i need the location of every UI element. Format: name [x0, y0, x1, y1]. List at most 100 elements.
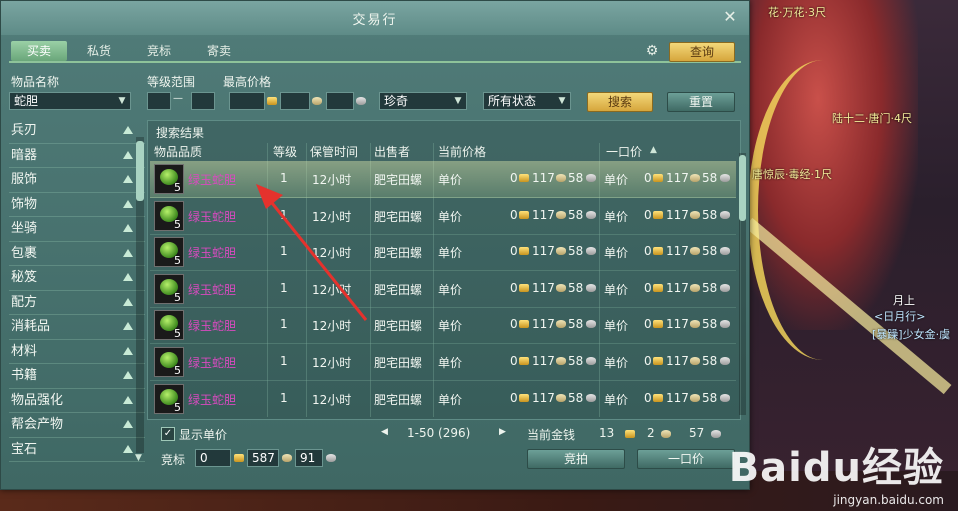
- category-item[interactable]: 帮会产物: [9, 413, 145, 438]
- table-row[interactable]: 5 绿玉蛇胆 1 12小时 肥宅田螺 单价 0 117 58 单价 0 117 58: [150, 307, 736, 345]
- silver-coin-icon: [556, 247, 566, 256]
- category-item[interactable]: 书籍: [9, 364, 145, 389]
- item-level: 1: [280, 244, 288, 259]
- scroll-down-icon[interactable]: ▼: [135, 453, 142, 463]
- col-seller[interactable]: 出售者: [374, 143, 410, 160]
- category-scrollbar[interactable]: [136, 137, 144, 453]
- gold-coin-icon: [653, 357, 663, 365]
- item-icon[interactable]: 5: [154, 383, 184, 414]
- price-unit-label: 单价: [438, 356, 463, 370]
- tab-private-goods[interactable]: 私货: [71, 41, 127, 61]
- table-row[interactable]: 5 绿玉蛇胆 1 12小时 肥宅田螺 单价 0 117 58 单价 0 117 58: [150, 161, 736, 198]
- expand-triangle-icon[interactable]: [123, 126, 133, 134]
- col-current-price[interactable]: 当前价格: [438, 143, 486, 160]
- category-item[interactable]: 包裹: [9, 242, 145, 266]
- table-row[interactable]: 5 绿玉蛇胆 1 12小时 肥宅田螺 单价 0 117 58 单价 0 117 58: [150, 234, 736, 272]
- expand-triangle-icon[interactable]: [123, 297, 133, 306]
- max-price-silver-input[interactable]: [280, 92, 310, 110]
- results-scrollbar-thumb[interactable]: [739, 155, 746, 221]
- expand-triangle-icon[interactable]: [123, 150, 133, 159]
- category-item[interactable]: 宝石: [9, 438, 145, 462]
- table-row[interactable]: 5 绿玉蛇胆 1 12小时 肥宅田螺 单价 0 117 58 单价 0 117 58: [150, 344, 736, 381]
- price-unit-label: 单价: [438, 319, 463, 334]
- item-icon[interactable]: 5: [154, 310, 184, 341]
- expand-triangle-icon[interactable]: [123, 224, 133, 232]
- category-item[interactable]: 兵刃: [9, 119, 145, 144]
- search-button[interactable]: 搜索: [587, 92, 653, 112]
- quality-select[interactable]: 珍奇 ▼: [379, 92, 467, 110]
- buyout-silver: 117: [666, 390, 689, 405]
- expand-triangle-icon[interactable]: [123, 322, 133, 330]
- expand-triangle-icon[interactable]: [123, 395, 133, 404]
- sort-up-icon[interactable]: ▲: [650, 145, 657, 155]
- silver-coin-icon: [690, 210, 700, 219]
- category-item[interactable]: 秘笈: [9, 266, 145, 291]
- copper-coin-icon: [586, 247, 596, 256]
- item-name-select[interactable]: 蛇胆 ▼: [9, 92, 131, 110]
- close-icon[interactable]: ✕: [721, 8, 739, 26]
- prev-page-icon[interactable]: ◀: [381, 427, 388, 437]
- query-button[interactable]: 查询: [669, 42, 735, 62]
- item-icon[interactable]: 5: [154, 237, 184, 268]
- expand-triangle-icon[interactable]: [123, 273, 133, 281]
- col-buyout[interactable]: 一口价: [606, 143, 642, 160]
- next-page-icon[interactable]: ▶: [499, 427, 506, 437]
- item-icon[interactable]: 5: [154, 347, 184, 377]
- status-select[interactable]: 所有状态 ▼: [483, 92, 571, 110]
- table-row[interactable]: 5 绿玉蛇胆 1 12小时 肥宅田螺 单价 0 117 58 单价 0 117 58: [150, 271, 736, 308]
- results-rows: 5 绿玉蛇胆 1 12小时 肥宅田螺 单价 0 117 58 单价 0 117 58 5 绿玉蛇胆 1 12小时…: [150, 161, 736, 417]
- tab-consign[interactable]: 寄卖: [191, 41, 247, 61]
- chevron-down-icon[interactable]: ▼: [116, 94, 128, 108]
- item-icon[interactable]: 5: [154, 200, 184, 231]
- category-scrollbar-thumb[interactable]: [136, 141, 144, 201]
- expand-triangle-icon[interactable]: [123, 420, 133, 428]
- reset-button[interactable]: 重置: [667, 92, 735, 112]
- buyout-unit-label: 单价: [604, 319, 629, 334]
- silver-coin-icon: [690, 283, 700, 292]
- current-money-label: 当前金钱: [527, 428, 576, 442]
- expand-triangle-icon[interactable]: [123, 175, 133, 183]
- results-scrollbar[interactable]: [739, 153, 746, 415]
- bid-silver-input[interactable]: 587: [247, 449, 279, 467]
- max-price-copper-input[interactable]: [326, 92, 354, 110]
- category-item[interactable]: 坐骑: [9, 217, 145, 242]
- item-icon[interactable]: 5: [154, 164, 184, 194]
- max-price-gold-input[interactable]: [229, 92, 265, 110]
- col-quality[interactable]: 物品品质: [154, 143, 202, 160]
- expand-triangle-icon[interactable]: [123, 346, 133, 355]
- chevron-down-icon[interactable]: ▼: [556, 94, 568, 108]
- category-item[interactable]: 服饰: [9, 168, 145, 193]
- price-gold: 0: [510, 354, 518, 368]
- chevron-down-icon[interactable]: ▼: [452, 94, 464, 108]
- gear-icon[interactable]: ⚙: [643, 42, 661, 60]
- bid-button[interactable]: 竞拍: [527, 449, 625, 469]
- category-item[interactable]: 饰物: [9, 193, 145, 217]
- show-unit-price-checkbox[interactable]: ✓: [161, 427, 175, 441]
- category-item[interactable]: 配方: [9, 291, 145, 315]
- level-max-input[interactable]: [191, 92, 215, 110]
- title-bar[interactable]: 交易行 ✕: [1, 1, 749, 35]
- expand-triangle-icon[interactable]: [123, 371, 133, 379]
- col-keep-time[interactable]: 保管时间: [310, 143, 358, 160]
- item-icon[interactable]: 5: [154, 273, 184, 304]
- buyout-copper: 58: [702, 171, 718, 185]
- keep-time: 12小时: [312, 282, 352, 297]
- table-row[interactable]: 5 绿玉蛇胆 1 12小时 肥宅田螺 单价 0 117 58 单价 0 117 58: [150, 198, 736, 235]
- expand-triangle-icon[interactable]: [123, 248, 133, 257]
- bid-gold-input[interactable]: 0: [195, 449, 231, 467]
- buyout-button[interactable]: 一口价: [637, 449, 735, 469]
- level-min-input[interactable]: [147, 92, 171, 110]
- expand-triangle-icon[interactable]: [123, 444, 133, 453]
- price-unit-label: 单价: [438, 173, 463, 187]
- category-item[interactable]: 物品强化: [9, 389, 145, 413]
- category-item[interactable]: 消耗品: [9, 315, 145, 340]
- table-row[interactable]: 5 绿玉蛇胆 1 12小时 肥宅田螺 单价 0 117 58 单价 0 117 58: [150, 381, 736, 417]
- expand-triangle-icon[interactable]: [123, 199, 133, 208]
- tab-bidding[interactable]: 竞标: [131, 41, 187, 61]
- col-level[interactable]: 等级: [273, 143, 297, 160]
- category-item[interactable]: 暗器: [9, 144, 145, 168]
- item-level: 1: [280, 280, 288, 295]
- category-item[interactable]: 材料: [9, 340, 145, 364]
- tab-buy-sell[interactable]: 买卖: [11, 41, 67, 61]
- bid-copper-input[interactable]: 91: [295, 449, 323, 467]
